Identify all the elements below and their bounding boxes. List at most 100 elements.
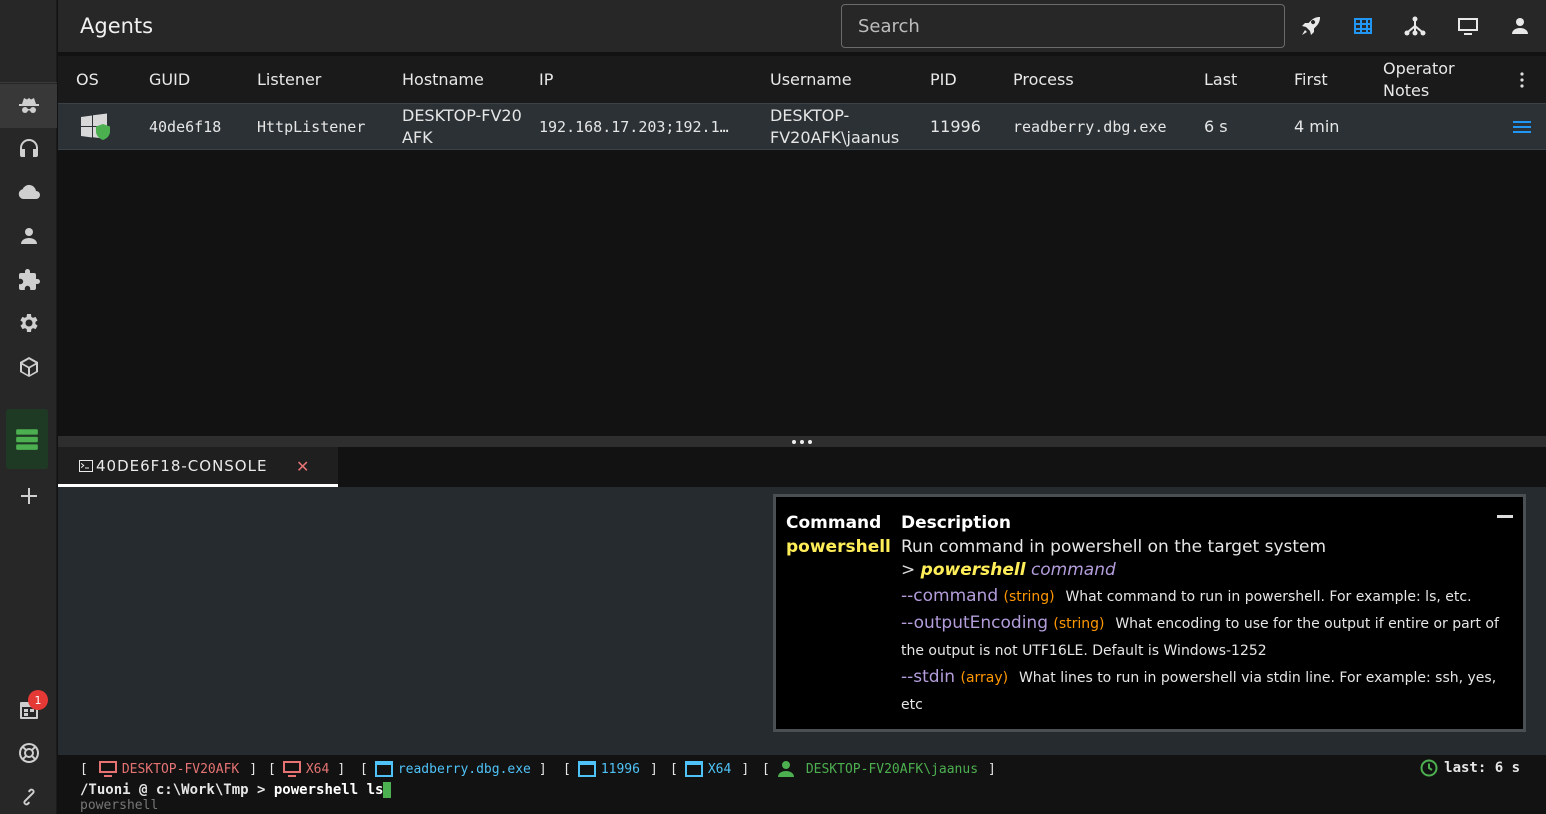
flag-name: --stdin [901,667,956,687]
sidebar-item-cloud[interactable] [0,171,57,215]
autocomplete-suggestion[interactable]: powershell [80,798,158,813]
pid-cell: 11996 [930,116,981,136]
os-cell [80,104,112,149]
status-proc-arch: [ X64 ] [670,761,750,777]
flag-name: --outputEncoding [901,613,1048,633]
usage-prefix: > [901,560,916,580]
usage-argument: command [1030,560,1116,580]
column-header-first[interactable]: First [1294,56,1328,103]
sidebar-add-button[interactable] [0,474,57,518]
help-header-description: Description [901,513,1011,533]
sidebar-item-servers[interactable] [6,409,48,469]
status-user: [ DESKTOP-FV20AFK\jaanus ] [762,761,996,777]
puzzle-icon [18,269,40,290]
command-prompt[interactable]: /Tuoni @ c:\Work\Tmp > powershell ls [80,782,392,798]
help-entry: powershell Run command in powershell on … [786,537,1513,718]
sidebar-item-agents[interactable] [0,84,57,128]
status-last-seen: last: 6 s [1420,759,1520,777]
row-menu-button[interactable] [1512,104,1532,149]
panel-resize-handle[interactable] [58,436,1546,447]
column-header-guid[interactable]: GUID [149,56,190,103]
agents-table-header: OS GUID Listener Hostname IP Username PI… [58,56,1546,103]
help-command-name: powershell [786,537,891,557]
column-header-process[interactable]: Process [1013,56,1074,103]
column-header-ip[interactable]: IP [539,56,553,103]
hamburger-icon [1513,120,1531,133]
agents-spy-icon [18,98,39,113]
app-root: 1 Agents OS GUID Listener Hostname [0,0,1546,814]
command-help-popup: Command Description powershell Run comma… [773,494,1526,732]
graph-view-button[interactable] [1401,12,1429,40]
handle-dot [800,439,804,444]
sidebar-separator [0,82,57,83]
listener-cell: HttpListener [257,117,366,136]
terminal-icon [79,459,93,472]
user-icon [1512,18,1528,34]
sidebar-item-help[interactable] [0,731,57,775]
column-header-hostname[interactable]: Hostname [402,56,484,103]
lifebuoy-icon [18,743,39,763]
handle-dot [808,439,812,444]
column-header-pid[interactable]: PID [930,56,957,103]
more-vertical-icon [1520,71,1524,88]
column-header-os[interactable]: OS [76,56,99,103]
plus-icon [20,488,37,504]
search-input[interactable] [841,4,1285,48]
sidebar-item-packages[interactable] [0,345,57,389]
column-menu-button[interactable] [1516,56,1528,103]
link-icon [23,788,34,806]
username-cell: DESKTOP-FV20AFK\jaanus [770,105,900,147]
sidebar-item-listeners[interactable] [0,126,57,170]
column-header-notes[interactable]: Operator Notes [1383,56,1473,103]
desktop-icon [282,761,301,777]
server-list-icon [16,429,38,450]
sidebar-item-users[interactable] [0,214,57,258]
network-icon [1404,16,1426,36]
prompt-path: /Tuoni @ c:\Work\Tmp > [80,782,266,798]
last-cell: 6 s [1204,116,1228,136]
page-title: Agents [80,14,154,38]
sidebar-item-links[interactable] [0,775,57,814]
status-os-arch: [ X64 ] [268,761,346,777]
close-icon[interactable]: ✕ [296,457,310,476]
status-process: [ readberry.dbg.exe ] [360,761,547,777]
flag-name: --command [901,586,999,606]
tab-console[interactable]: 40DE6F18-CONSOLE ✕ [58,447,338,487]
window-icon [684,761,703,777]
console-status-bar: [ DESKTOP-FV20AFK ] [ X64 ] [ readberry.… [58,755,1546,814]
flag-type: (array) [960,670,1009,686]
sidebar-item-settings[interactable] [0,301,57,345]
help-description: Run command in powershell on the target … [901,537,1327,557]
column-header-last[interactable]: Last [1204,56,1237,103]
help-usage: > powershell command [901,557,1513,583]
hostname-cell: DESKTOP-FV20AFK [402,105,522,147]
launch-button[interactable] [1297,12,1325,40]
usage-command: powershell [920,560,1026,580]
user-icon [20,228,37,244]
table-row[interactable]: 40de6f18 HttpListener DESKTOP-FV20AFK 19… [58,103,1546,150]
table-icon [1354,18,1372,34]
cloud-icon [18,184,40,199]
top-bar: Agents [58,0,1546,52]
process-cell: readberry.dbg.exe [1013,117,1167,136]
sidebar-item-plugins[interactable] [0,258,57,302]
flag-type: (string) [1053,616,1105,632]
column-header-username[interactable]: Username [770,56,852,103]
help-command-details: Run command in powershell on the target … [901,537,1513,718]
sidebar: 1 [0,0,57,814]
windows-shield-icon [81,113,110,140]
column-header-listener[interactable]: Listener [257,56,321,103]
prompt-input[interactable]: powershell ls [274,782,384,798]
help-header: Command Description [786,513,1513,533]
screen-view-button[interactable] [1454,12,1482,40]
clock-icon [1420,759,1438,777]
table-empty-area [58,150,1546,436]
window-icon [374,761,393,777]
gear-icon [19,314,38,332]
tab-console-label: 40DE6F18-CONSOLE [96,456,268,475]
table-view-button[interactable] [1349,12,1377,40]
guid-cell: 40de6f18 [149,117,222,136]
rocket-icon [1302,16,1321,35]
account-button[interactable] [1506,12,1534,40]
minimize-icon[interactable] [1497,515,1513,518]
